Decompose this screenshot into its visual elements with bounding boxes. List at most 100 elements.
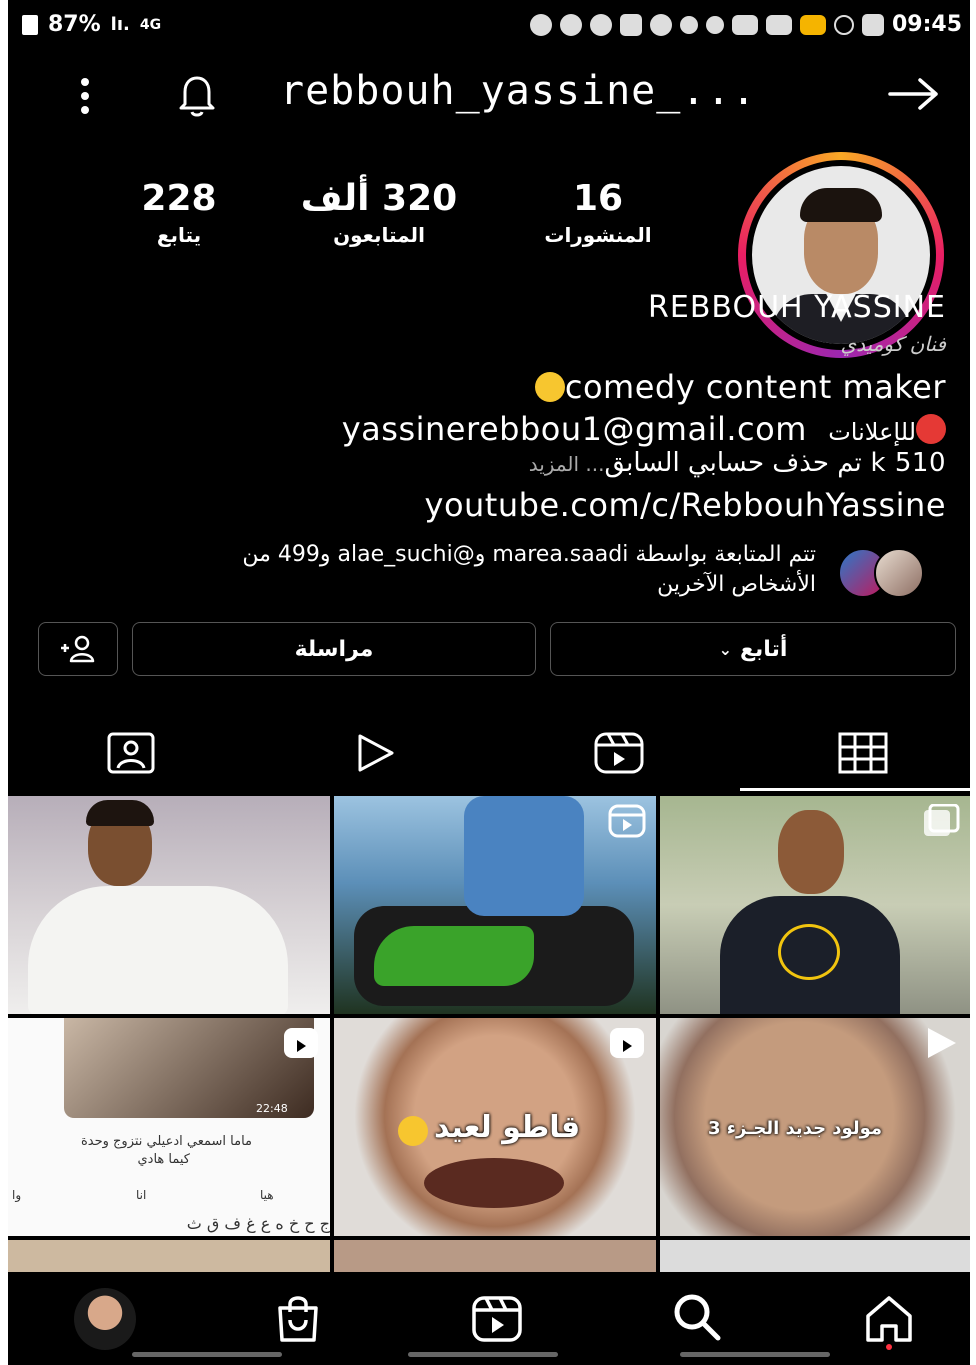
notif-icon — [529, 13, 552, 36]
home-icon[interactable] — [862, 1290, 916, 1350]
reel-badge-icon — [284, 1028, 318, 1058]
arrow-right-icon[interactable] — [886, 74, 942, 114]
reels-icon[interactable] — [470, 1290, 524, 1346]
shop-icon[interactable] — [274, 1290, 322, 1346]
bio-line-1-text: comedy content maker — [564, 368, 946, 406]
followers-label: المتابعون — [333, 223, 425, 247]
following-label: يتابع — [156, 223, 202, 247]
following-count: 228 — [141, 178, 217, 219]
add-user-button[interactable] — [38, 622, 118, 676]
chevron-down-icon: ⌄ — [718, 639, 733, 659]
grid-icon[interactable] — [836, 728, 890, 778]
status-left: 87% lı. 4G — [22, 12, 161, 37]
post-face-mouth — [424, 1158, 564, 1208]
gesture-bar — [680, 1352, 830, 1357]
active-tab-indicator — [740, 788, 970, 791]
play-badge-icon — [928, 1028, 956, 1058]
reels-icon[interactable] — [592, 728, 646, 778]
posts-label: المنشورات — [544, 223, 652, 247]
post-tile-3[interactable] — [660, 796, 970, 1014]
post-tile-6[interactable]: مولود جديد الجـزء 3 — [660, 1018, 970, 1236]
followed-by-text[interactable]: تتم المتابعة بواسطة marea.saadi و@alae_s… — [56, 540, 816, 600]
post-figure-hair — [86, 800, 154, 826]
carousel-badge-icon — [924, 804, 960, 836]
followers-count: 320 ألف — [300, 178, 458, 219]
network-type: 4G — [139, 16, 162, 33]
reel-badge-icon — [610, 1028, 644, 1058]
chat-message-1: ماما اسمعي ادعيلي نتزوج وحدة — [80, 1134, 252, 1149]
notif-icon — [559, 13, 582, 36]
bio-ads-label: للإعلانات — [828, 418, 916, 446]
profile-avatar[interactable] — [738, 152, 944, 358]
bio-line-1: comedy content maker — [534, 368, 946, 406]
message-button[interactable]: مراسلة — [132, 622, 536, 676]
laughing-emoji-icon — [534, 372, 565, 402]
mutual-avatar-2[interactable] — [874, 548, 924, 598]
app-frame: 87% lı. 4G 09:45 rebbouh_yassine_... 228… — [8, 0, 970, 1365]
stat-following[interactable]: 228 يتابع — [104, 178, 254, 247]
post-tile-8[interactable] — [334, 1240, 656, 1272]
follow-button[interactable]: ⌄ أتابع — [550, 622, 956, 676]
post-rider — [464, 796, 584, 916]
followed-by-line-1: تتم المتابعة بواسطة marea.saadi و@alae_s… — [242, 542, 816, 567]
post-tile-1[interactable] — [8, 796, 330, 1014]
bell-icon[interactable] — [173, 74, 221, 118]
post-tile-2[interactable] — [334, 796, 656, 1014]
stat-posts[interactable]: 16 المنشورات — [508, 178, 688, 247]
bio-line-3: k 510 تم حذف حسابي السابق... المزيد — [529, 448, 946, 478]
gallery-icon — [619, 13, 642, 36]
post-tile-7[interactable] — [8, 1240, 330, 1272]
post-caption: مولود جديد الجـزء 3 — [708, 1118, 883, 1139]
profile-name: REBBOUH YASSINE — [648, 290, 946, 325]
profile-header: rebbouh_yassine_... — [8, 60, 970, 130]
battery-icon — [22, 14, 38, 35]
post-motorbike-fairing — [374, 926, 534, 986]
notif-icon — [589, 13, 612, 36]
stat-followers[interactable]: 320 ألف المتابعون — [284, 178, 474, 247]
laughing-emoji-icon — [398, 1116, 428, 1146]
youtube-icon — [765, 14, 792, 35]
post-caption: قاطو لعيد — [434, 1110, 581, 1145]
facebook-icon — [833, 14, 854, 35]
bio-more-link[interactable]: ... المزيد — [529, 452, 605, 476]
youtube-icon — [799, 14, 826, 35]
add-person-icon — [61, 635, 95, 663]
bio-line-2: yassinerebbou1@gmail.com للإعلانات — [342, 410, 946, 448]
more-vertical-icon[interactable] — [78, 76, 92, 116]
chat-message-2: كيما هادي — [137, 1152, 190, 1167]
profile-category: فنان كوميدي — [840, 332, 947, 356]
followed-by-line-2: الأشخاص الآخرين — [657, 572, 816, 597]
messenger-icon — [649, 13, 672, 36]
search-icon[interactable] — [670, 1290, 724, 1346]
status-bar: 87% lı. 4G 09:45 — [8, 0, 970, 52]
message-button-label: مراسلة — [294, 636, 374, 662]
reel-badge-icon — [608, 804, 646, 838]
clock: 09:45 — [891, 12, 962, 37]
youtube-icon — [731, 14, 758, 35]
keyboard-suggestion-2: انا — [136, 1188, 147, 1202]
tagged-icon[interactable] — [104, 728, 158, 778]
gesture-bar — [408, 1352, 558, 1357]
follow-button-label: أتابع — [740, 636, 788, 662]
post-tile-4[interactable]: 22:48 ماما اسمعي ادعيلي نتزوج وحدة كيما … — [8, 1018, 330, 1236]
post-tile-9[interactable] — [660, 1240, 970, 1272]
keyboard-row: ج ح خ ه ع غ ف ق ث — [186, 1214, 330, 1233]
profile-username: rebbouh_yassine_... — [280, 68, 757, 114]
bio-email[interactable]: yassinerebbou1@gmail.com — [342, 410, 807, 448]
post-figure-head — [778, 810, 844, 894]
gesture-bar — [132, 1352, 282, 1357]
battery-level: 87% — [48, 12, 101, 37]
notif-icon — [705, 15, 724, 34]
chat-photo-time: 22:48 — [256, 1102, 288, 1115]
keyboard-suggestion-3: وا — [12, 1188, 22, 1202]
post-tile-5[interactable]: قاطو لعيد — [334, 1018, 656, 1236]
post-figure-body — [28, 886, 288, 1014]
notif-icon — [679, 15, 698, 34]
keyboard-suggestion-1: هيا — [260, 1188, 274, 1202]
avatar-hair — [800, 188, 882, 222]
profile-avatar[interactable] — [74, 1288, 136, 1350]
play-icon[interactable] — [352, 728, 398, 778]
bio-website-link[interactable]: youtube.com/c/RebbouhYassine — [425, 486, 947, 524]
bio-line-3-text: k 510 تم حذف حسابي السابق — [604, 448, 946, 478]
red-circle-icon — [916, 414, 946, 444]
